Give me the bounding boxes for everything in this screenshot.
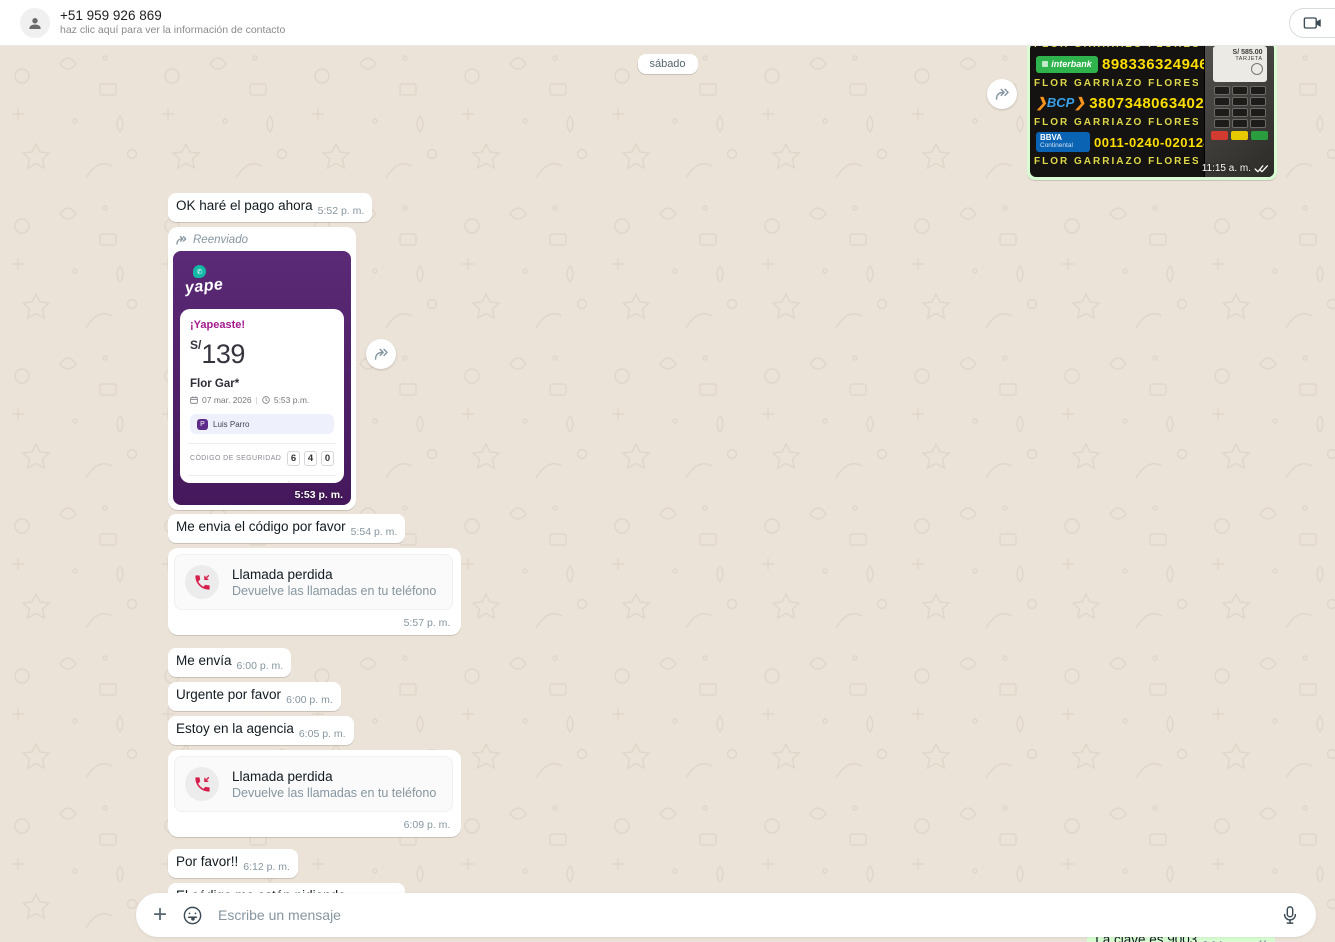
clock-icon bbox=[262, 396, 270, 404]
date-divider: sábado bbox=[637, 54, 698, 74]
message-list: OK haré el pago ahora 5:52 p. m. Reenviad… bbox=[168, 193, 1275, 942]
message-time: 5:52 p. m. bbox=[317, 205, 365, 217]
bcp-logo: ❯BCP❯ bbox=[1036, 95, 1086, 110]
whatsapp-chat-window: +51 959 926 869 haz clic aquí para ver l… bbox=[0, 0, 1335, 942]
missed-call-title: Llamada perdida bbox=[232, 768, 333, 784]
yape-badge-icon: ✆ bbox=[193, 265, 206, 278]
forward-icon bbox=[374, 348, 388, 360]
security-digit: 6 bbox=[287, 451, 300, 466]
yape-receipt-card: ¡Yapeaste! S/139 Flor Gar* 07 mar. 2026 … bbox=[180, 309, 344, 483]
chat-header: +51 959 926 869 haz clic aquí para ver l… bbox=[0, 0, 1335, 46]
sticker-emoji-button[interactable] bbox=[182, 905, 203, 926]
message-input[interactable] bbox=[218, 907, 1266, 923]
person-icon bbox=[26, 14, 44, 32]
account-holder-name: FLOR GARRIAZO FLORES bbox=[1034, 117, 1198, 128]
message-text: Urgente por favor bbox=[176, 687, 282, 702]
forwarded-icon bbox=[176, 235, 187, 245]
message-time: 6:00 p. m. bbox=[236, 660, 284, 672]
incoming-message[interactable]: Urgente por favor 6:00 p. m. bbox=[168, 682, 341, 711]
microphone-icon bbox=[1283, 906, 1297, 924]
message-text: OK haré el pago ahora bbox=[176, 198, 313, 213]
message-text: Me envía bbox=[176, 653, 232, 668]
bcp-account-number: 38073480634024 bbox=[1089, 94, 1214, 112]
contact-subtitle: haz clic aquí para ver la información de… bbox=[60, 24, 286, 36]
message-time: 6:12 p. m. bbox=[243, 861, 290, 873]
message-time: 5:54 p. m. bbox=[350, 526, 398, 538]
voice-message-button[interactable] bbox=[1281, 905, 1299, 925]
yape-logo: ✆ yape bbox=[184, 265, 224, 297]
attach-button[interactable]: + bbox=[153, 903, 167, 927]
calendar-icon bbox=[190, 396, 198, 404]
yape-datetime: 07 mar. 2026 | 5:53 p.m. bbox=[190, 395, 334, 405]
message-composer: + bbox=[136, 893, 1316, 937]
message-time: 5:53 p. m. bbox=[294, 489, 343, 501]
video-call-button[interactable] bbox=[1289, 8, 1335, 38]
message-text: Me envia el código por favor bbox=[176, 519, 346, 534]
missed-call-subtitle: Devuelve las llamadas en tu teléfono bbox=[232, 583, 437, 598]
pos-label: TARJETA bbox=[1235, 56, 1263, 62]
security-code-row: CÓDIGO DE SEGURIDAD 6 4 0 bbox=[190, 451, 334, 466]
interbank-account-number: 8983363249460 bbox=[1102, 55, 1217, 73]
forward-message-button[interactable] bbox=[366, 339, 396, 369]
yape-receipt-image[interactable]: ✆ yape ¡Yapeaste! S/139 Flor Gar* 07 mar… bbox=[173, 251, 351, 505]
bbva-logo: BBVA Continental bbox=[1036, 132, 1090, 152]
missed-call-message[interactable]: Llamada perdida Devuelve las llamadas en… bbox=[168, 548, 462, 635]
message-time: 6:05 p. m. bbox=[298, 728, 346, 740]
missed-call-message[interactable]: Llamada perdida Devuelve las llamadas en… bbox=[168, 750, 462, 837]
forward-icon bbox=[995, 88, 1009, 100]
missed-call-phone-icon bbox=[194, 574, 210, 590]
pos-terminal-graphic: S/ 585.00 TARJETA bbox=[1204, 43, 1274, 177]
account-holder-name: FLOR GARRIAZO FLORES bbox=[1034, 78, 1198, 89]
contact-info[interactable]: +51 959 926 869 haz clic aquí para ver l… bbox=[60, 8, 285, 37]
missed-call-icon bbox=[185, 565, 219, 599]
message-time: 11:15 a. m. bbox=[1201, 163, 1251, 174]
bank-accounts-image[interactable]: FLOR GARRIAZO FLORES interbank 898336324… bbox=[1030, 43, 1274, 177]
yape-payer-chip: P Luis Parro bbox=[190, 414, 334, 434]
missed-call-phone-icon bbox=[194, 776, 210, 792]
contact-avatar[interactable] bbox=[20, 7, 50, 38]
contactless-icon bbox=[1250, 63, 1263, 75]
message-text: Estoy en la agencia bbox=[176, 721, 294, 736]
missed-call-icon bbox=[185, 767, 219, 801]
bank-image-message[interactable]: FLOR GARRIAZO FLORES interbank 898336324… bbox=[987, 40, 1277, 180]
message-time: 6:00 p. m. bbox=[286, 694, 333, 706]
interbank-logo: interbank bbox=[1036, 55, 1098, 73]
incoming-message[interactable]: OK haré el pago ahora 5:52 p. m. bbox=[168, 193, 373, 222]
yape-amount: S/139 bbox=[190, 338, 245, 369]
yape-recipient: Flor Gar* bbox=[190, 378, 240, 390]
forward-message-button[interactable] bbox=[987, 79, 1017, 109]
message-meta: 11:15 a. m. bbox=[1202, 163, 1269, 174]
double-check-icon bbox=[1254, 164, 1269, 172]
missed-call-title: Llamada perdida bbox=[232, 566, 333, 582]
payer-name: Luis Parro bbox=[213, 419, 250, 429]
chat-area: sábado FLOR GARRIAZO FLORES interbank 89… bbox=[0, 40, 1335, 942]
security-digit: 4 bbox=[304, 451, 317, 466]
incoming-message[interactable]: Me envía 6:00 p. m. bbox=[168, 648, 292, 677]
forwarded-image-message[interactable]: Reenviado ✆ yape ¡Yapeaste! S/139 Flor G… bbox=[168, 227, 396, 510]
payer-icon: P bbox=[197, 418, 208, 430]
yape-title: ¡Yapeaste! bbox=[190, 319, 246, 331]
sticker-icon bbox=[183, 906, 202, 924]
account-holder-name: FLOR GARRIAZO FLORES bbox=[1034, 156, 1198, 167]
video-camera-icon bbox=[1303, 15, 1323, 31]
message-time: 6:09 p. m. bbox=[403, 819, 451, 831]
pos-amount: S/ 585.00 bbox=[1232, 49, 1263, 56]
incoming-message[interactable]: Me envia el código por favor 5:54 p. m. bbox=[168, 514, 406, 543]
contact-name: +51 959 926 869 bbox=[60, 8, 162, 23]
forwarded-label: Reenviado bbox=[173, 232, 351, 251]
incoming-message[interactable]: Estoy en la agencia 6:05 p. m. bbox=[168, 716, 354, 745]
message-time: 5:57 p. m. bbox=[403, 617, 451, 629]
incoming-message[interactable]: Por favor!! 6:12 p. m. bbox=[168, 849, 298, 878]
message-text: Por favor!! bbox=[176, 854, 239, 869]
security-digit: 0 bbox=[321, 451, 334, 466]
outgoing-image-bubble: FLOR GARRIAZO FLORES interbank 898336324… bbox=[1027, 40, 1277, 180]
missed-call-subtitle: Devuelve las llamadas en tu teléfono bbox=[232, 785, 437, 800]
